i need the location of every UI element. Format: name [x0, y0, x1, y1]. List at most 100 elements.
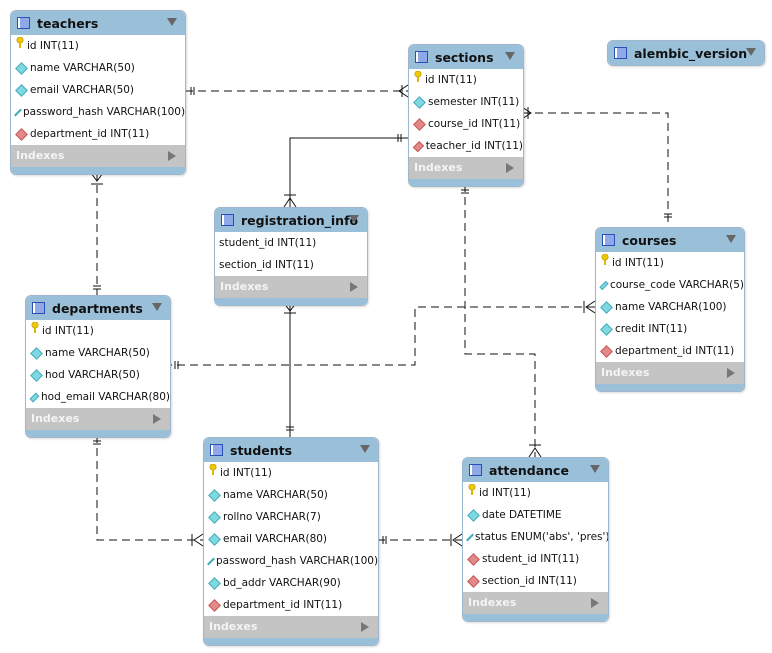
column-row[interactable]: course_code VARCHAR(5) [596, 274, 744, 296]
expand-arrow-icon[interactable] [168, 151, 176, 161]
column-diamond-icon [413, 95, 426, 109]
column-label: student_id INT(11) [219, 237, 317, 249]
primary-key-icon [413, 69, 423, 91]
column-label: name VARCHAR(50) [30, 62, 135, 74]
expand-arrow-icon[interactable] [153, 414, 161, 424]
expand-arrow-icon[interactable] [727, 368, 735, 378]
collapse-arrow-icon[interactable] [590, 465, 600, 473]
table-alembic-version[interactable]: alembic_version [607, 40, 765, 66]
column-row[interactable]: department_id INT(11) [11, 123, 185, 145]
column-row[interactable]: id INT(11) [26, 320, 170, 342]
indexes-section[interactable]: Indexes [409, 157, 523, 179]
column-diamond-icon [599, 280, 609, 290]
indexes-section[interactable]: Indexes [26, 408, 170, 430]
column-row[interactable]: hod_email VARCHAR(80) [26, 386, 170, 408]
column-row[interactable]: department_id INT(11) [596, 340, 744, 362]
expand-arrow-icon[interactable] [591, 598, 599, 608]
rel-sections-registration[interactable] [289, 137, 408, 207]
table-sections[interactable]: sections id INT(11) semester INT(11) cours… [408, 44, 524, 187]
column-row[interactable]: id INT(11) [409, 69, 523, 91]
primary-key-icon [467, 482, 477, 504]
indexes-label: Indexes [220, 280, 269, 293]
collapse-arrow-icon[interactable] [505, 52, 515, 60]
rel-sections-attendance[interactable] [464, 184, 536, 457]
primary-key-icon [30, 320, 40, 342]
foreign-key-diamond-icon [208, 598, 221, 612]
table-header[interactable]: sections [409, 45, 523, 69]
column-row[interactable]: email VARCHAR(80) [204, 528, 378, 550]
foreign-key-diamond-icon [467, 552, 480, 566]
column-label: email VARCHAR(80) [223, 533, 328, 545]
table-header[interactable]: registration_info [215, 208, 367, 232]
column-row[interactable]: id INT(11) [596, 252, 744, 274]
column-label: hod_email VARCHAR(80) [40, 391, 170, 403]
table-footer [596, 384, 744, 391]
column-row[interactable]: id INT(11) [11, 35, 185, 57]
column-row[interactable]: credit INT(11) [596, 318, 744, 340]
column-row[interactable]: password_hash VARCHAR(100) [11, 101, 185, 123]
indexes-section[interactable]: Indexes [596, 362, 744, 384]
rel-courses-sections[interactable] [522, 112, 669, 227]
column-row[interactable]: student_id INT(11) [463, 548, 608, 570]
table-icon [32, 302, 45, 314]
collapse-arrow-icon[interactable] [746, 48, 756, 56]
column-row[interactable]: hod VARCHAR(50) [26, 364, 170, 386]
table-registration-info[interactable]: registration_info student_id INT(11) sect… [214, 207, 368, 306]
column-row[interactable]: bd_addr VARCHAR(90) [204, 572, 378, 594]
table-name: sections [435, 49, 494, 65]
table-courses[interactable]: courses id INT(11) course_code VARCHAR(5)… [595, 227, 745, 392]
expand-arrow-icon[interactable] [506, 163, 514, 173]
column-row[interactable]: password_hash VARCHAR(100) [204, 550, 378, 572]
collapse-arrow-icon[interactable] [167, 18, 177, 26]
column-row[interactable]: course_id INT(11) [409, 113, 523, 135]
column-label: name VARCHAR(50) [223, 489, 328, 501]
expand-arrow-icon[interactable] [350, 282, 358, 292]
column-row[interactable]: semester INT(11) [409, 91, 523, 113]
column-row[interactable]: department_id INT(11) [204, 594, 378, 616]
table-departments[interactable]: departments id INT(11) name VARCHAR(50) ho… [25, 295, 171, 438]
collapse-arrow-icon[interactable] [726, 235, 736, 243]
column-row[interactable]: section_id INT(11) [463, 570, 608, 592]
expand-arrow-icon[interactable] [361, 622, 369, 632]
column-row[interactable]: name VARCHAR(50) [26, 342, 170, 364]
indexes-section[interactable]: Indexes [215, 276, 367, 298]
column-label: rollno VARCHAR(7) [223, 511, 321, 523]
rel-departments-students[interactable] [96, 435, 203, 541]
column-row[interactable]: name VARCHAR(50) [204, 484, 378, 506]
table-header[interactable]: courses [596, 228, 744, 252]
table-header[interactable]: teachers [11, 11, 185, 35]
column-row[interactable]: student_id INT(11) [215, 232, 367, 254]
column-label: password_hash VARCHAR(100) [23, 106, 186, 118]
collapse-arrow-icon[interactable] [152, 303, 162, 311]
column-diamond-icon [600, 300, 613, 314]
collapse-arrow-icon[interactable] [360, 445, 370, 453]
column-diamond-icon [208, 510, 221, 524]
table-teachers[interactable]: teachers id INT(11) name VARCHAR(50) email… [10, 10, 186, 175]
table-footer [204, 638, 378, 645]
indexes-section[interactable]: Indexes [463, 592, 608, 614]
table-attendance[interactable]: attendance id INT(11) date DATETIME status… [462, 457, 609, 622]
column-row[interactable]: teacher_id INT(11) [409, 135, 523, 157]
indexes-section[interactable]: Indexes [204, 616, 378, 638]
column-row[interactable]: id INT(11) [204, 462, 378, 484]
column-row[interactable]: rollno VARCHAR(7) [204, 506, 378, 528]
table-name: teachers [37, 15, 99, 31]
column-label: semester INT(11) [428, 96, 520, 108]
rel-sections-attendance-marks [461, 189, 542, 458]
column-row[interactable]: status ENUM('abs', 'pres') [463, 526, 608, 548]
column-row[interactable]: email VARCHAR(50) [11, 79, 185, 101]
collapse-arrow-icon[interactable] [349, 215, 359, 223]
table-header[interactable]: students [204, 438, 378, 462]
indexes-section[interactable]: Indexes [11, 145, 185, 167]
column-row[interactable]: date DATETIME [463, 504, 608, 526]
column-row[interactable]: name VARCHAR(100) [596, 296, 744, 318]
table-header[interactable]: alembic_version [608, 41, 764, 65]
column-row[interactable]: name VARCHAR(50) [11, 57, 185, 79]
table-students[interactable]: students id INT(11) name VARCHAR(50) rolln… [203, 437, 379, 646]
table-header[interactable]: departments [26, 296, 170, 320]
rel-departments-courses[interactable] [169, 306, 595, 366]
column-row[interactable]: section_id INT(11) [215, 254, 367, 276]
column-label: date DATETIME [482, 509, 562, 521]
table-header[interactable]: attendance [463, 458, 608, 482]
column-row[interactable]: id INT(11) [463, 482, 608, 504]
